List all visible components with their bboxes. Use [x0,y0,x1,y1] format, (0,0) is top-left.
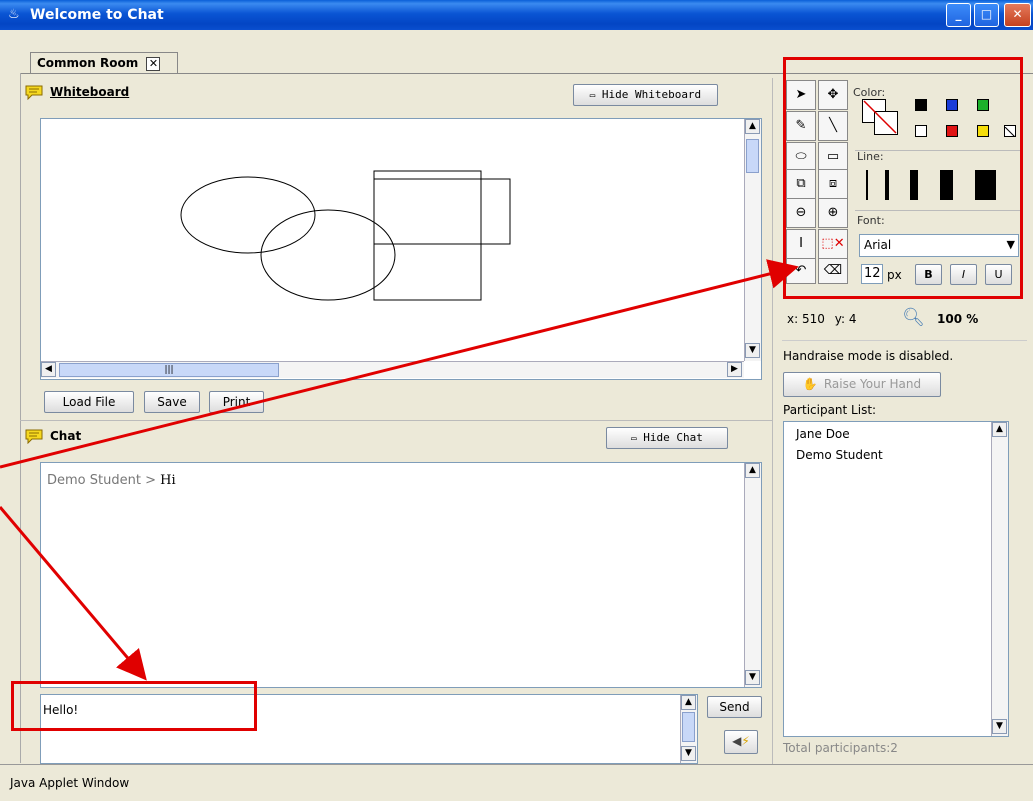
magnifier-icon[interactable]: 🔍︎ [902,307,925,328]
tab-common-room[interactable]: Common Room ✕ [30,52,178,74]
chat-message: Demo Student > Hi [47,473,176,488]
hand-icon: ✋ [802,377,818,391]
coords-readout: x: 510 y: 4 [787,312,856,326]
load-file-button[interactable]: Load File [44,391,134,413]
hide-whiteboard-button[interactable]: ▭ Hide Whiteboard [573,84,718,106]
whiteboard-vscroll[interactable]: ▲ ▼ [744,119,761,361]
drawn-rect [373,178,511,245]
raise-hand-button[interactable]: ✋ Raise Your Hand [783,372,941,397]
scroll-up-icon[interactable]: ▲ [992,422,1007,437]
scroll-thumb[interactable] [682,712,695,742]
minimize-button[interactable]: _ [946,3,971,27]
scroll-thumb[interactable] [746,139,759,173]
scroll-down-icon[interactable]: ▼ [745,343,760,358]
speech-bubble-icon [25,429,43,444]
hscroll-thumb[interactable]: ||| [59,363,279,377]
handraise-status: Handraise mode is disabled. [783,349,954,363]
scroll-right-icon[interactable]: ▶ [727,362,742,377]
chat-input-vscroll[interactable]: ▲ ▼ [680,695,697,763]
scroll-down-icon[interactable]: ▼ [745,670,760,685]
drawn-ellipse [180,176,316,254]
emoticon-button[interactable]: ◀⚡ [724,730,758,754]
annotation-box [11,681,257,731]
whiteboard-header: Whiteboard [24,84,129,100]
panel-divider [772,78,773,764]
chat-header: Chat [24,428,81,444]
x-value: 510 [801,312,825,326]
divider [782,340,1027,341]
x-label: x: [787,312,799,326]
participant-item[interactable]: Demo Student [796,448,883,462]
java-icon: ♨ [8,7,20,22]
status-bar: Java Applet Window [0,764,1033,800]
maximize-button[interactable]: □ [974,3,999,27]
speech-bubble-icon [25,85,43,100]
scroll-down-icon[interactable]: ▼ [681,746,696,761]
hide-chat-button[interactable]: ▭ Hide Chat [606,427,728,449]
total-participants: Total participants:2 [783,741,898,755]
whiteboard-hscroll[interactable]: ◀ ||| ▶ [41,361,744,378]
chat-title: Chat [50,429,82,443]
divider [20,420,772,421]
chat-log-vscroll[interactable]: ▲ ▼ [744,463,761,687]
speaker-lightning-icon: ◀ [732,734,742,748]
message-sender: Demo Student [47,473,141,488]
window-titlebar: ♨ Welcome to Chat [0,0,1033,30]
tab-close-icon[interactable]: ✕ [146,57,161,71]
whiteboard-canvas[interactable]: ▲ ▼ ◀ ||| ▶ [40,118,762,380]
tab-border [20,73,21,763]
whiteboard-drawing [180,170,511,301]
participant-list-label: Participant List: [783,403,877,417]
message-text: Hi [160,473,176,488]
scroll-up-icon[interactable]: ▲ [681,695,696,710]
scroll-down-icon[interactable]: ▼ [992,719,1007,734]
scroll-up-icon[interactable]: ▲ [745,463,760,478]
y-value: 4 [848,312,857,326]
drawn-rect [373,170,482,301]
send-button[interactable]: Send [707,696,762,718]
y-label: y: [834,312,845,326]
tab-label: Common Room [37,56,139,70]
save-button[interactable]: Save [144,391,200,413]
zoom-level: 100 % [937,312,979,326]
scroll-left-icon[interactable]: ◀ [41,362,56,377]
close-button[interactable]: ✕ [1004,3,1031,27]
message-separator: > [145,473,156,488]
participant-item[interactable]: Jane Doe [796,427,850,441]
window-title: Welcome to Chat [30,7,164,23]
scroll-up-icon[interactable]: ▲ [745,119,760,134]
whiteboard-title: Whiteboard [50,85,130,99]
annotation-box [783,57,1023,299]
drawn-ellipse [260,209,396,301]
print-button[interactable]: Print [209,391,264,413]
chat-log: Demo Student > Hi ▲ ▼ [40,462,762,688]
participant-list: Jane Doe Demo Student ▲ ▼ [783,421,1009,737]
participant-vscroll[interactable]: ▲ ▼ [991,422,1008,736]
